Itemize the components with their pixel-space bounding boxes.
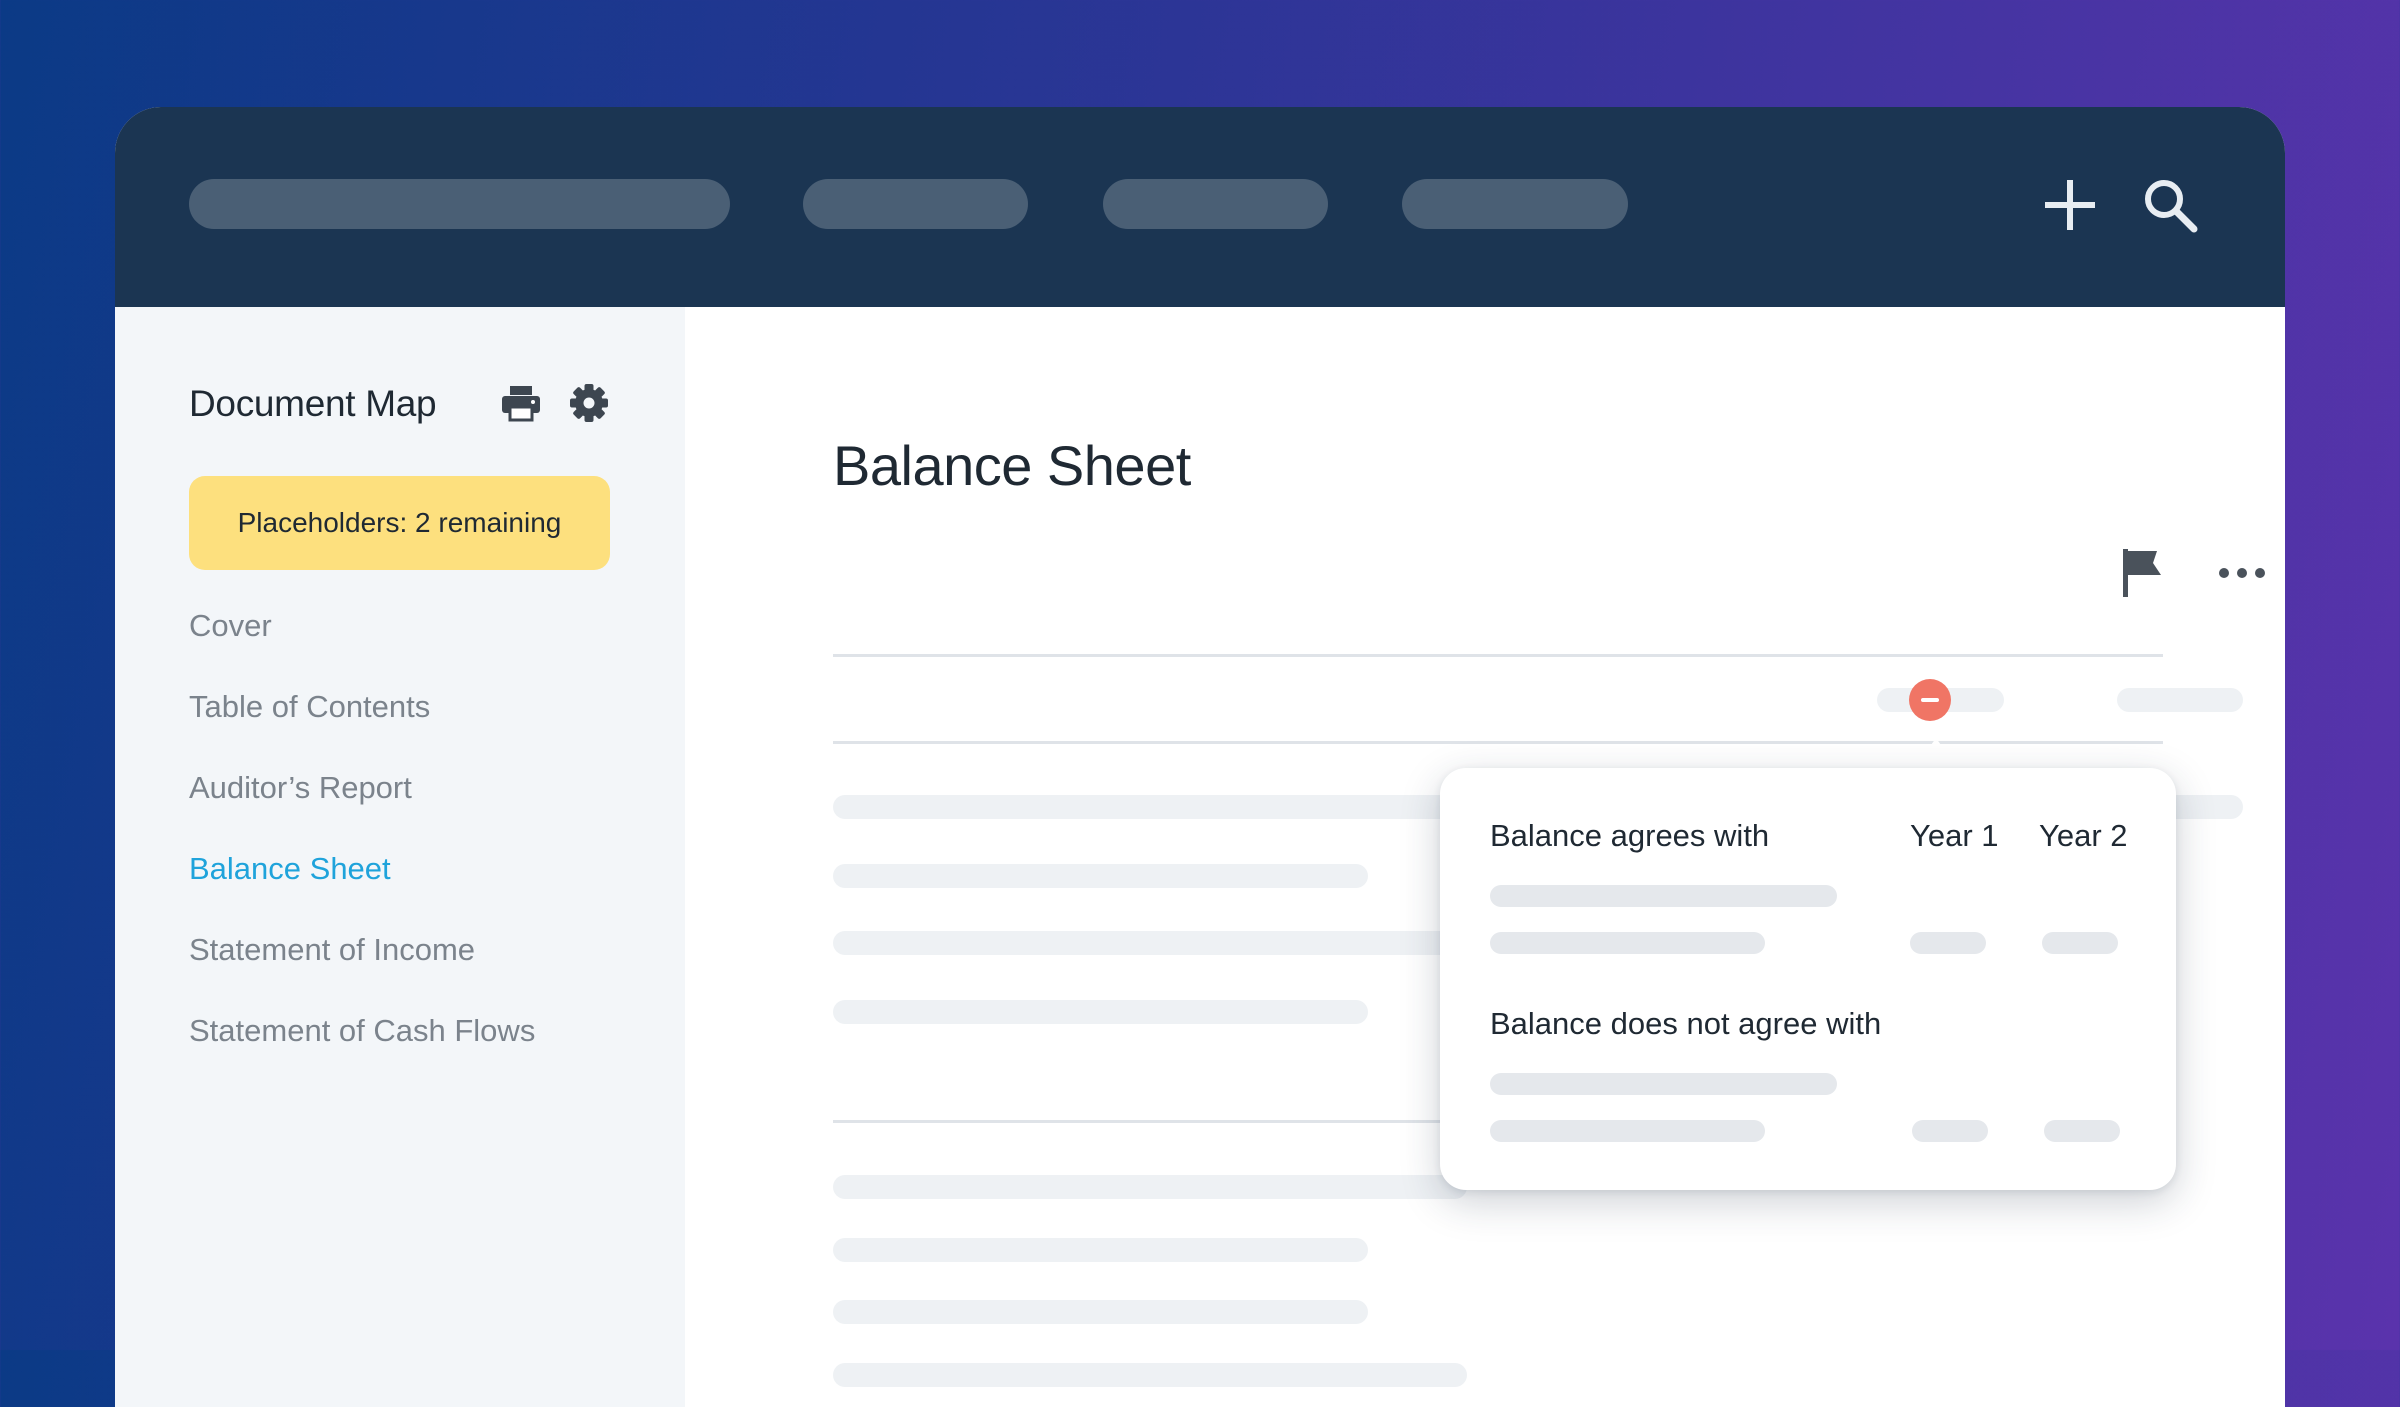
row-label-placeholder	[833, 931, 1467, 955]
popover-pointer	[1914, 738, 1958, 769]
title-divider	[833, 654, 2163, 657]
nav-placeholder-primary[interactable]	[189, 179, 730, 229]
row-label-placeholder	[833, 1300, 1368, 1324]
top-navigation-bar	[115, 107, 2285, 307]
minus-circle-icon[interactable]	[1909, 679, 1951, 721]
nav-placeholder-item[interactable]	[1402, 179, 1628, 229]
document-map-item-auditors-report[interactable]: Auditor’s Report	[189, 767, 535, 848]
row-label-placeholder	[833, 1175, 1467, 1199]
row-label-placeholder	[833, 1000, 1368, 1024]
balance-disagrees-heading: Balance does not agree with	[1490, 1006, 1882, 1041]
row-label-placeholder	[833, 1363, 1467, 1387]
document-map-item-statement-of-cash-flows[interactable]: Statement of Cash Flows	[189, 1010, 535, 1091]
disagrees-item-placeholder	[1490, 1120, 1765, 1142]
placeholders-remaining-label: Placeholders: 2 remaining	[237, 507, 562, 538]
search-icon[interactable]	[2138, 173, 2202, 237]
row-label-placeholder	[833, 795, 1467, 819]
agrees-item-placeholder	[1490, 932, 1765, 954]
nav-placeholder-item[interactable]	[803, 179, 1028, 229]
agrees-year1-placeholder	[1910, 932, 1986, 954]
app-window: Document Map Placeholders: 2 remaining C…	[115, 107, 2285, 1407]
placeholders-remaining-badge[interactable]: Placeholders: 2 remaining	[189, 476, 610, 570]
row-label-placeholder	[833, 864, 1368, 888]
document-map-item-statement-of-income[interactable]: Statement of Income	[189, 929, 535, 1010]
disagrees-year1-placeholder	[1912, 1120, 1988, 1142]
nav-placeholder-item[interactable]	[1103, 179, 1328, 229]
balance-check-popover: Balance agrees with Year 1 Year 2 Balanc…	[1440, 768, 2176, 1190]
document-map-item-cover[interactable]: Cover	[189, 605, 535, 686]
document-map-title: Document Map	[189, 383, 437, 424]
section-divider	[833, 1120, 1493, 1123]
row-label-placeholder	[833, 1238, 1368, 1262]
flag-icon[interactable]	[2115, 545, 2171, 601]
header-divider	[833, 741, 2163, 744]
column-year-1: Year 1	[1910, 818, 1999, 853]
document-map-sidebar: Document Map Placeholders: 2 remaining C…	[115, 307, 685, 1407]
document-map-item-balance-sheet[interactable]: Balance Sheet	[189, 848, 535, 929]
balance-agrees-heading: Balance agrees with	[1490, 818, 1770, 853]
document-map-list: Cover Table of Contents Auditor’s Report…	[189, 605, 535, 1091]
printer-icon[interactable]	[500, 382, 542, 424]
disagrees-year2-placeholder	[2044, 1120, 2120, 1142]
plus-icon[interactable]	[2038, 173, 2102, 237]
disagrees-item-placeholder	[1490, 1073, 1837, 1095]
agrees-item-placeholder	[1490, 885, 1837, 907]
document-map-item-table-of-contents[interactable]: Table of Contents	[189, 686, 535, 767]
more-horizontal-icon[interactable]	[2214, 545, 2270, 601]
column-year-2: Year 2	[2039, 818, 2128, 853]
page-title: Balance Sheet	[833, 434, 1191, 497]
gear-icon[interactable]	[568, 382, 610, 424]
column-header-placeholder	[2117, 688, 2243, 712]
agrees-year2-placeholder	[2042, 932, 2118, 954]
